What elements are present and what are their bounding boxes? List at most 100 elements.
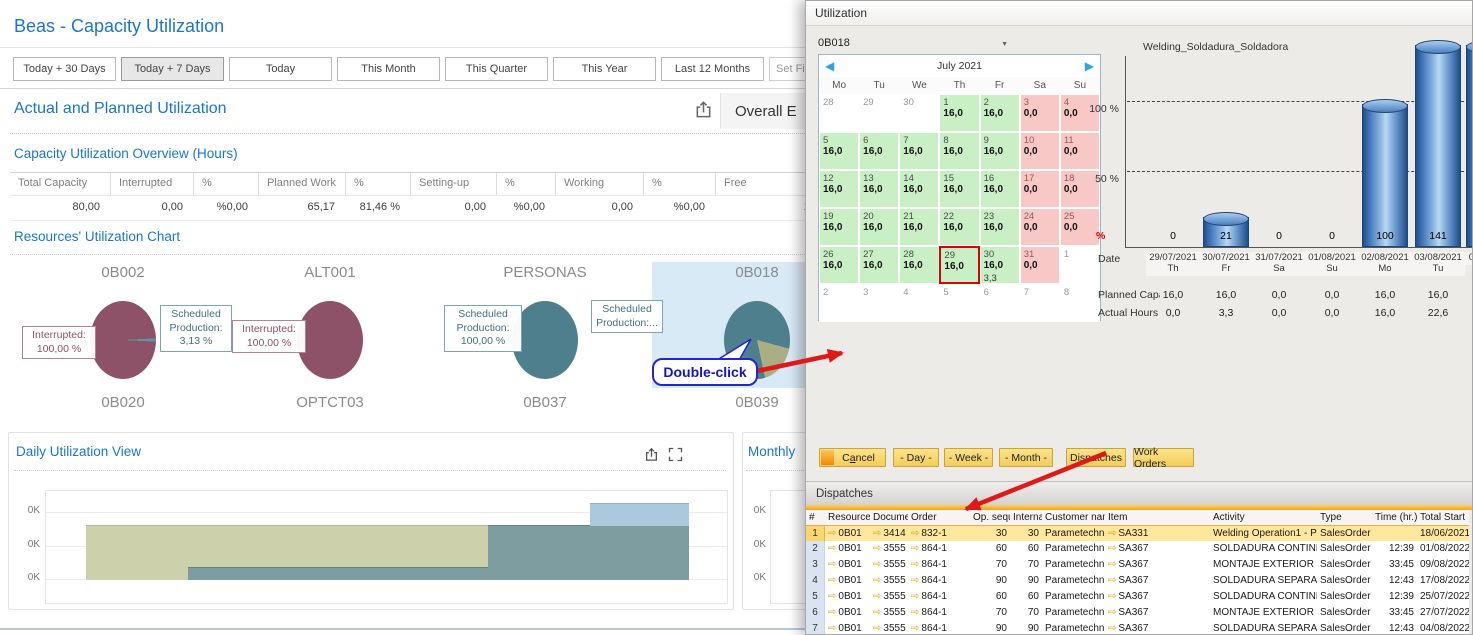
calendar-day-cell[interactable]: 816,0 [939, 132, 979, 170]
calendar-day-cell[interactable]: 2716,0 [859, 246, 899, 284]
link-arrow-icon[interactable]: ⇨ [1108, 623, 1116, 634]
link-arrow-icon[interactable]: ⇨ [1108, 607, 1116, 618]
calendar-day-cell[interactable]: 30,0 [1020, 94, 1060, 132]
link-arrow-icon[interactable]: ⇨ [1108, 543, 1116, 554]
export-icon[interactable] [694, 100, 713, 124]
calendar-day-cell[interactable]: 2016,0 [859, 208, 899, 246]
link-arrow-icon[interactable]: ⇨ [911, 559, 919, 570]
calendar-day-cell[interactable]: 2916,0 [939, 246, 979, 284]
link-arrow-icon[interactable]: ⇨ [1108, 559, 1116, 570]
calendar-day-cell[interactable]: 2116,0 [899, 208, 939, 246]
filter-button-last-12-months[interactable]: Last 12 Months [661, 57, 764, 81]
calendar-day-cell[interactable]: 2816,0 [899, 246, 939, 284]
link-arrow-icon[interactable]: ⇨ [828, 575, 836, 586]
calendar-day-cell[interactable]: 616,0 [859, 132, 899, 170]
link-arrow-icon[interactable]: ⇨ [828, 591, 836, 602]
expand-icon[interactable] [668, 447, 683, 467]
export-icon[interactable] [644, 447, 659, 467]
link-arrow-icon[interactable]: ⇨ [911, 528, 919, 539]
filter-button-today-30-days[interactable]: Today + 30 Days [13, 57, 116, 81]
month-button[interactable]: - Month - [999, 448, 1053, 467]
link-arrow-icon[interactable]: ⇨ [828, 607, 836, 618]
utilization-bar[interactable] [1415, 45, 1461, 247]
link-arrow-icon[interactable]: ⇨ [873, 528, 881, 539]
calendar-day-cell[interactable]: 216,0 [980, 94, 1020, 132]
link-arrow-icon[interactable]: ⇨ [828, 543, 836, 554]
dispatch-row[interactable]: 5⇨0B01⇨3555⇨864-16060Parametechnolo⇨SA36… [806, 589, 1469, 606]
filter-button-this-month[interactable]: This Month [337, 57, 440, 81]
filter-button-this-year[interactable]: This Year [553, 57, 656, 81]
calendar-day-cell[interactable]: 2216,0 [939, 208, 979, 246]
utilization-bar[interactable] [1362, 104, 1408, 247]
dispatch-row[interactable]: 3⇨0B01⇨3555⇨864-17070Parametechnolo⇨SA36… [806, 557, 1469, 574]
calendar-day-cell[interactable]: 29 [859, 94, 899, 132]
calendar-day-cell[interactable]: 1916,0 [819, 208, 859, 246]
calendar-day-cell[interactable]: 240,0 [1020, 208, 1060, 246]
calendar-day-cell[interactable]: 2316,0 [980, 208, 1020, 246]
resource-pie-alt001[interactable] [297, 301, 363, 379]
link-arrow-icon[interactable]: ⇨ [873, 575, 881, 586]
dispatch-row[interactable]: 6⇨0B01⇨3555⇨864-17070Parametechnolo⇨SA36… [806, 605, 1469, 622]
calendar-day-cell[interactable]: 7 [1020, 284, 1060, 322]
dispatch-row[interactable]: 4⇨0B01⇨3555⇨864-19090Parametechnolo⇨SA36… [806, 573, 1469, 590]
calendar-day-cell[interactable]: 116,0 [939, 94, 979, 132]
link-arrow-icon[interactable]: ⇨ [828, 623, 836, 634]
dispatches-button[interactable]: Dispatches [1066, 448, 1126, 467]
calendar-day-cell[interactable]: 250,0 [1060, 208, 1100, 246]
link-arrow-icon[interactable]: ⇨ [873, 591, 881, 602]
workorders-button[interactable]: Work Orders [1133, 448, 1194, 467]
calendar-day-cell[interactable]: 170,0 [1020, 170, 1060, 208]
calendar-day-cell[interactable]: 1316,0 [859, 170, 899, 208]
cancel-button[interactable]: Cancel [819, 448, 886, 467]
filter-button-today[interactable]: Today [229, 57, 332, 81]
calendar-day-cell[interactable]: 4 [899, 284, 939, 322]
resource-dropdown[interactable]: 0B018 ▼ [818, 37, 1008, 54]
calendar-day-cell[interactable]: 916,0 [980, 132, 1020, 170]
calendar-day-cell[interactable]: 3016,03,3 [980, 246, 1020, 284]
calendar-day-cell[interactable]: 28 [819, 94, 859, 132]
calendar-day-cell[interactable]: 8 [1060, 284, 1100, 322]
calendar-day-cell[interactable]: 110,0 [1060, 132, 1100, 170]
calendar-day-cell[interactable]: 1 [1060, 246, 1100, 284]
link-arrow-icon[interactable]: ⇨ [911, 543, 919, 554]
calendar-day-cell[interactable]: 1616,0 [980, 170, 1020, 208]
calendar-day-cell[interactable]: 516,0 [819, 132, 859, 170]
calendar-day-cell[interactable]: 1216,0 [819, 170, 859, 208]
link-arrow-icon[interactable]: ⇨ [911, 607, 919, 618]
calendar-day-cell[interactable]: 716,0 [899, 132, 939, 170]
link-arrow-icon[interactable]: ⇨ [828, 528, 836, 539]
filter-button-this-quarter[interactable]: This Quarter [445, 57, 548, 81]
calendar-day-cell[interactable]: 1516,0 [939, 170, 979, 208]
calendar-day-cell[interactable]: 2616,0 [819, 246, 859, 284]
calendar-next-icon[interactable]: ▶ [1085, 55, 1094, 77]
dispatch-row[interactable]: 7⇨0B01⇨3555⇨864-19090Parametechnolo⇨SA36… [806, 621, 1469, 635]
week-button[interactable]: - Week - [944, 448, 993, 467]
day-button[interactable]: - Day - [893, 448, 939, 467]
calendar-day-cell[interactable]: 6 [980, 284, 1020, 322]
calendar-planned-hours: 16,0 [863, 146, 882, 157]
filter-button-today-7-days[interactable]: Today + 7 Days [121, 57, 224, 81]
resource-pie-0b002[interactable] [90, 301, 156, 379]
link-arrow-icon[interactable]: ⇨ [1108, 591, 1116, 602]
calendar-day-cell[interactable]: 3 [859, 284, 899, 322]
link-arrow-icon[interactable]: ⇨ [911, 575, 919, 586]
link-arrow-icon[interactable]: ⇨ [873, 543, 881, 554]
calendar-day-cell[interactable]: 30 [899, 94, 939, 132]
link-arrow-icon[interactable]: ⇨ [873, 559, 881, 570]
dispatch-row[interactable]: 2⇨0B01⇨3555⇨864-16060Parametechnolo⇨SA36… [806, 541, 1469, 558]
link-arrow-icon[interactable]: ⇨ [1108, 575, 1116, 586]
calendar-day-cell[interactable]: 1416,0 [899, 170, 939, 208]
link-arrow-icon[interactable]: ⇨ [911, 623, 919, 634]
link-arrow-icon[interactable]: ⇨ [1108, 528, 1116, 539]
utilization-bar-partial[interactable] [1466, 45, 1473, 247]
calendar-prev-icon[interactable]: ◀ [825, 55, 834, 77]
link-arrow-icon[interactable]: ⇨ [873, 607, 881, 618]
calendar-day-cell[interactable]: 310,0 [1020, 246, 1060, 284]
calendar-day-cell[interactable]: 100,0 [1020, 132, 1060, 170]
overview-value: %0,00 [643, 196, 715, 220]
link-arrow-icon[interactable]: ⇨ [828, 559, 836, 570]
calendar-day-cell[interactable]: 5 [939, 284, 979, 322]
link-arrow-icon[interactable]: ⇨ [911, 591, 919, 602]
link-arrow-icon[interactable]: ⇨ [873, 623, 881, 634]
calendar-day-cell[interactable]: 2 [819, 284, 859, 322]
